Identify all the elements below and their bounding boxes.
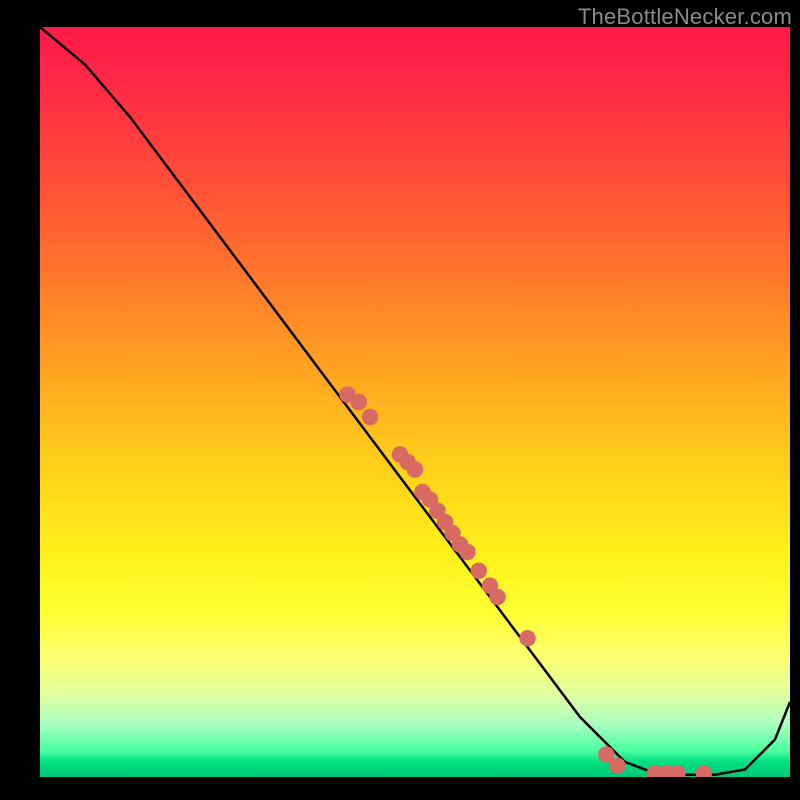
- data-marker: [471, 563, 488, 580]
- plot-area: [40, 27, 790, 777]
- data-marker: [696, 765, 713, 777]
- outer-frame: TheBottleNecker.com: [0, 0, 800, 800]
- data-marker: [459, 544, 476, 561]
- data-marker: [407, 461, 424, 478]
- bottleneck-curve: [40, 27, 790, 775]
- data-marker: [362, 409, 379, 426]
- chart-svg: [40, 27, 790, 777]
- data-markers: [339, 386, 712, 777]
- data-marker: [669, 765, 686, 777]
- data-marker: [351, 394, 368, 411]
- data-marker: [609, 758, 626, 775]
- data-marker: [489, 589, 506, 606]
- data-marker: [519, 630, 536, 647]
- watermark-text: TheBottleNecker.com: [578, 4, 792, 30]
